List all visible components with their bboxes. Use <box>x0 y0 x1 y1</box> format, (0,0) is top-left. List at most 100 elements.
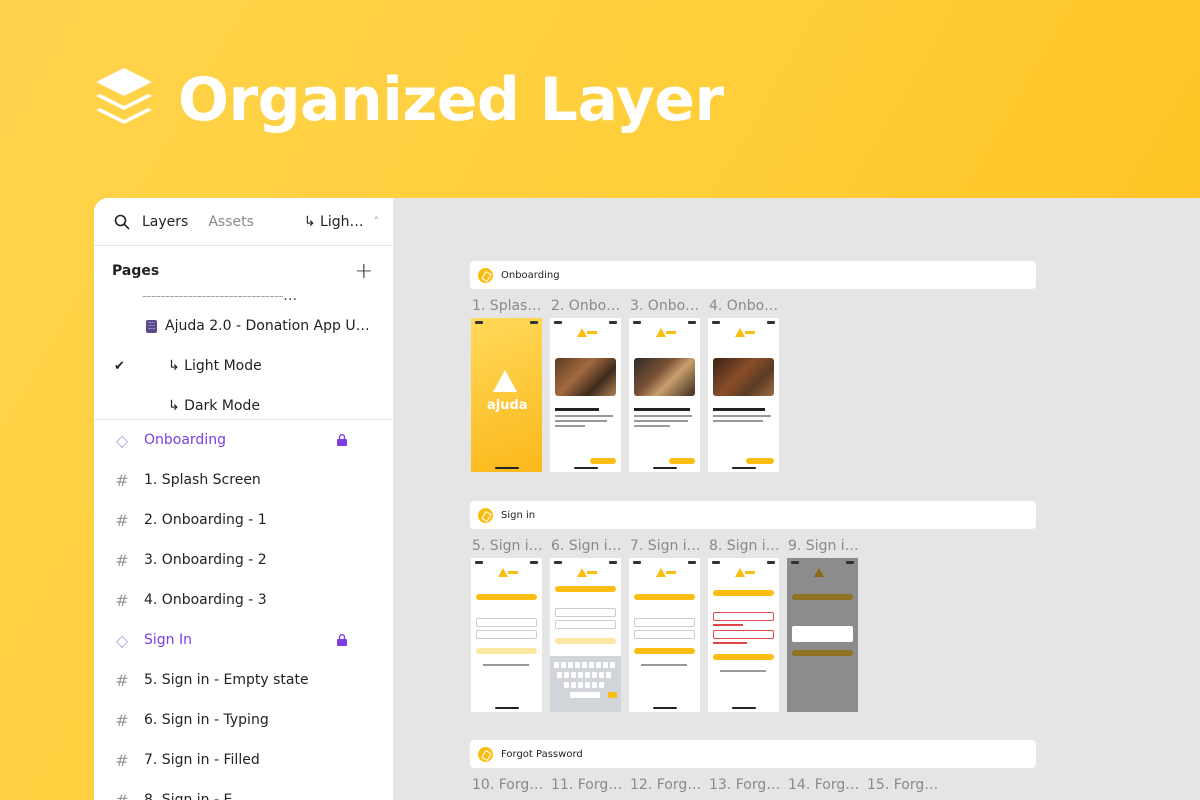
frame-onboarding-2[interactable] <box>629 318 700 472</box>
text-line <box>713 420 763 422</box>
section-edit-icon <box>478 746 493 762</box>
frame-splash-screen[interactable]: ajuda <box>471 318 542 472</box>
sign-in-button <box>713 654 774 660</box>
frame-label[interactable]: 11. Forg… <box>551 777 623 793</box>
page-item-divider[interactable]: -------------------------------… <box>94 296 393 306</box>
frame-label[interactable]: 14. Forg… <box>788 777 860 793</box>
section-title: Onboarding <box>501 269 560 281</box>
frame-hash-icon: # <box>115 590 129 610</box>
layer-label: 4. Onboarding - 3 <box>144 592 267 608</box>
text-line <box>634 408 690 411</box>
status-bar <box>475 321 538 325</box>
email-field <box>634 618 695 627</box>
home-indicator <box>574 467 598 469</box>
logo-wordmark <box>587 571 597 574</box>
page-item-light-mode[interactable]: ✔ ↳ Light Mode <box>94 346 393 386</box>
layer-label: 1. Splash Screen <box>144 472 261 488</box>
frame-hash-icon: # <box>115 750 129 770</box>
frame-label[interactable]: 9. Sign i… <box>788 538 860 554</box>
frame-hash-icon: # <box>115 470 129 490</box>
frame-sign-in-loading[interactable] <box>787 558 858 712</box>
status-bar <box>712 561 775 565</box>
layer-frame[interactable]: # 4. Onboarding - 3 <box>94 580 393 620</box>
add-page-icon[interactable]: + <box>355 259 373 284</box>
password-field <box>634 630 695 639</box>
section-header-onboarding[interactable]: Onboarding <box>470 261 1036 289</box>
frame-label[interactable]: 2. Onbo… <box>551 298 623 314</box>
frame-hash-icon: # <box>115 510 129 530</box>
frame-label[interactable]: 1. Splas… <box>472 298 544 314</box>
home-indicator <box>495 707 519 709</box>
chevron-up-icon: ˄ <box>373 215 380 228</box>
logo-wordmark <box>508 571 518 574</box>
text-line <box>555 425 585 427</box>
page-item-dark-mode[interactable]: ↳ Dark Mode <box>94 386 393 419</box>
page-item-label: ↳ Dark Mode <box>168 398 260 414</box>
layer-frame[interactable]: # 2. Onboarding - 1 <box>94 500 393 540</box>
layer-frame[interactable]: # 3. Onboarding - 2 <box>94 540 393 580</box>
text-line <box>634 425 670 427</box>
frame-label[interactable]: 10. Forg… <box>472 777 544 793</box>
hero-header: Organized Layer <box>92 64 724 136</box>
design-canvas[interactable]: Onboarding 1. Splas… 2. Onbo… 3. Onbo… 4… <box>394 198 1200 800</box>
logo-wordmark <box>666 331 676 334</box>
search-icon[interactable] <box>114 214 130 230</box>
layer-frame[interactable]: # 1. Splash Screen <box>94 460 393 500</box>
ajuda-logo-icon <box>498 568 508 577</box>
frame-label[interactable]: 6. Sign i… <box>551 538 623 554</box>
email-field <box>713 612 774 621</box>
frame-label[interactable]: 8. Sign i… <box>709 538 781 554</box>
notebook-icon <box>146 319 157 333</box>
tab-assets[interactable]: Assets <box>208 214 254 230</box>
section-header-sign-in[interactable]: Sign in <box>470 501 1036 529</box>
page-item-project[interactable]: Ajuda 2.0 - Donation App U… <box>94 306 393 346</box>
ajuda-logo-icon <box>577 568 587 577</box>
design-app-window: Layers Assets ↳ Ligh… ˄ Pages + --------… <box>94 198 1200 800</box>
sign-in-button <box>792 650 853 656</box>
frame-label[interactable]: 5. Sign i… <box>472 538 544 554</box>
layer-label: 5. Sign in - Empty state <box>144 672 309 688</box>
section-header-forgot-password[interactable]: Forgot Password <box>470 740 1036 768</box>
frame-hash-icon: # <box>115 790 129 800</box>
frame-onboarding-3[interactable] <box>708 318 779 472</box>
sign-in-button <box>634 648 695 654</box>
layer-label: 3. Onboarding - 2 <box>144 552 267 568</box>
text-line <box>483 664 529 666</box>
lock-icon[interactable] <box>337 634 347 646</box>
text-line <box>634 415 692 417</box>
frame-label[interactable]: 12. Forg… <box>630 777 702 793</box>
frame-label[interactable]: 15. Forg… <box>867 777 939 793</box>
email-field <box>555 608 616 617</box>
frame-sign-in-error[interactable] <box>708 558 779 712</box>
layer-frame[interactable]: # 6. Sign in - Typing <box>94 700 393 740</box>
keyboard <box>550 656 621 712</box>
frame-label[interactable]: 4. Onbo… <box>709 298 781 314</box>
layer-frame[interactable]: # 7. Sign in - Filled <box>94 740 393 780</box>
frame-onboarding-1[interactable] <box>550 318 621 472</box>
lock-icon[interactable] <box>337 434 347 446</box>
google-sign-in-button <box>555 586 616 592</box>
page-switcher[interactable]: ↳ Ligh… ˄ <box>304 214 379 230</box>
layer-frame[interactable]: # 5. Sign in - Empty state <box>94 660 393 700</box>
section-diamond-icon: ◇ <box>115 430 129 450</box>
frame-label[interactable]: 13. Forg… <box>709 777 781 793</box>
frame-sign-in-filled[interactable] <box>629 558 700 712</box>
text-line <box>713 408 765 411</box>
frame-sign-in-typing[interactable] <box>550 558 621 712</box>
frame-hash-icon: # <box>115 670 129 690</box>
onboarding-photo <box>634 358 695 396</box>
email-field <box>476 618 537 627</box>
layer-frame[interactable]: # 8. Sign in - E… <box>94 780 393 800</box>
layer-section-onboarding[interactable]: ◇ Onboarding <box>94 420 393 460</box>
tab-layers[interactable]: Layers <box>142 214 188 230</box>
frame-sign-in-empty[interactable] <box>471 558 542 712</box>
layers-sidebar: Layers Assets ↳ Ligh… ˄ Pages + --------… <box>94 198 394 800</box>
password-field <box>476 630 537 639</box>
password-field <box>713 630 774 639</box>
sign-in-button <box>476 648 537 654</box>
frame-label[interactable]: 7. Sign i… <box>630 538 702 554</box>
frame-label[interactable]: 3. Onbo… <box>630 298 702 314</box>
status-bar <box>712 321 775 325</box>
layer-section-sign-in[interactable]: ◇ Sign In <box>94 620 393 660</box>
home-indicator <box>653 707 677 709</box>
